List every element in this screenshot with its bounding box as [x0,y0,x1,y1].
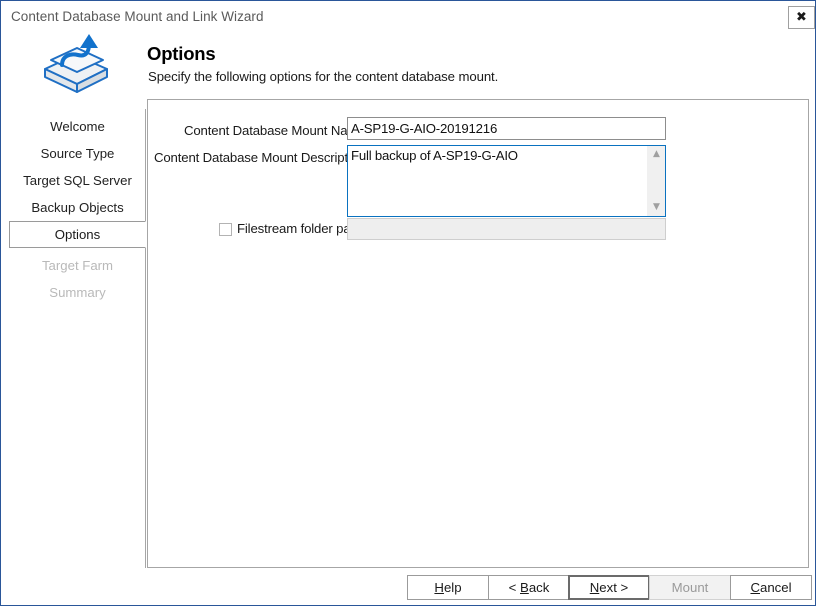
wizard-step-list: Welcome Source Type Target SQL Server Backu… [9,109,146,568]
help-button[interactable]: Help [407,575,489,600]
wizard-step-label: Source Type [41,146,115,161]
options-panel: Content Database Mount Name: Content Dat… [147,99,809,568]
wizard-step-label: Target SQL Server [23,173,132,188]
wizard-step-label: Summary [49,285,105,300]
filestream-checkbox[interactable] [219,223,232,236]
description-scrollbar[interactable]: ▲ ▼ [647,146,665,216]
button-bar: Help< BackNext >MountCancel [2,569,816,606]
wizard-window: Content Database Mount and Link Wizard ✖… [0,0,816,606]
window-title: Content Database Mount and Link Wizard [11,9,264,24]
filestream-path-input [347,218,666,240]
wizard-step-target-farm: Target Farm [9,254,146,278]
wizard-step-summary: Summary [9,281,146,305]
wizard-step-options[interactable]: Options [9,221,146,248]
mount-description-label: Content Database Mount Description: [154,150,344,165]
scroll-up-icon[interactable]: ▲ [648,146,665,163]
wizard-step-label: Target Farm [42,258,113,273]
mount-name-label: Content Database Mount Name: [184,123,344,138]
scroll-down-icon[interactable]: ▼ [648,199,665,216]
cancel-button[interactable]: Cancel [730,575,812,600]
mount-box-arrow-icon [37,29,115,95]
mount-name-input[interactable] [347,117,666,140]
page-subtitle: Specify the following options for the co… [148,69,498,84]
wizard-step-welcome[interactable]: Welcome [9,115,146,139]
title-bar: Content Database Mount and Link Wizard ✖ [2,2,816,32]
wizard-step-label: Backup Objects [31,200,123,215]
close-icon[interactable]: ✖ [788,6,815,29]
next-button[interactable]: Next > [568,575,650,600]
wizard-step-backup-objects[interactable]: Backup Objects [9,196,146,220]
wizard-step-label: Welcome [50,119,105,134]
wizard-step-label: Options [55,227,100,242]
wizard-step-source-type[interactable]: Source Type [9,142,146,166]
filestream-label: Filestream folder path: [237,221,365,236]
wizard-step-target-sql-server[interactable]: Target SQL Server [9,169,146,193]
mount-description-input[interactable] [348,146,648,216]
page-title: Options [147,43,215,65]
mount-button: Mount [649,575,731,600]
mount-description-field: ▲ ▼ [347,145,666,217]
back-button[interactable]: < Back [488,575,570,600]
